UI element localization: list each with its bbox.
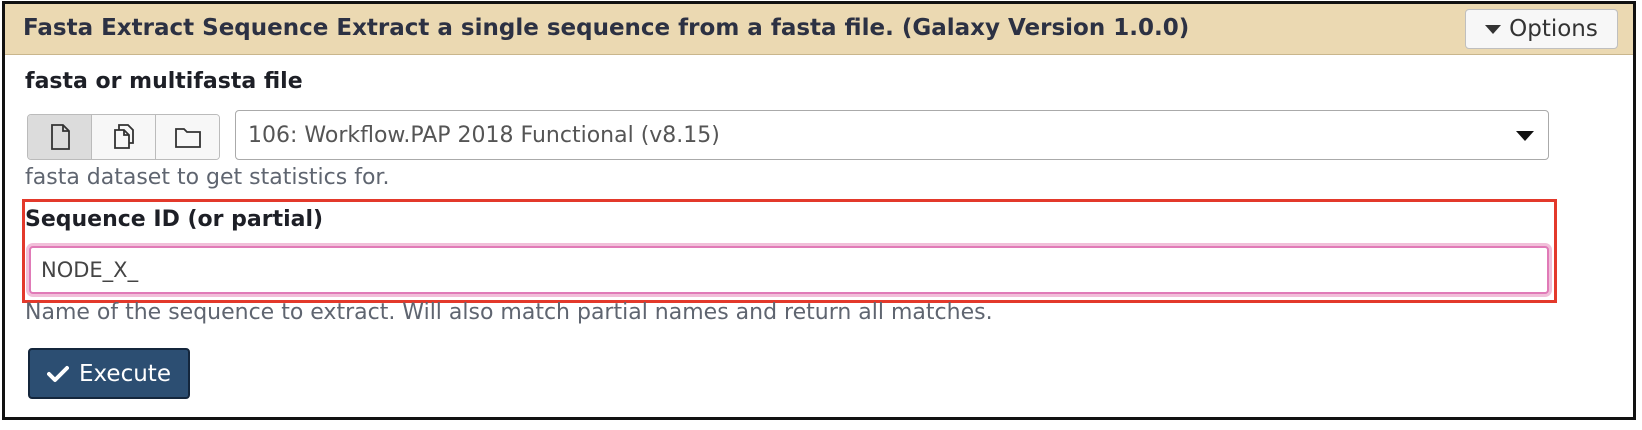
single-dataset-button[interactable] — [28, 115, 92, 159]
options-button[interactable]: Options — [1465, 9, 1618, 49]
check-icon — [47, 365, 69, 382]
tool-title: Fasta Extract Sequence Extract a single … — [23, 15, 1190, 41]
caret-down-icon — [1485, 24, 1502, 34]
dataset-mode-group — [27, 114, 220, 160]
fasta-file-help: fasta dataset to get statistics for. — [25, 165, 390, 190]
chevron-down-icon — [1516, 131, 1534, 141]
multiple-files-icon — [113, 124, 134, 149]
sequence-id-help: Name of the sequence to extract. Will al… — [25, 300, 993, 325]
dataset-collection-button[interactable] — [156, 115, 219, 159]
fasta-file-label: fasta or multifasta file — [25, 69, 303, 94]
options-label: Options — [1509, 16, 1598, 42]
tool-form: Fasta Extract Sequence Extract a single … — [2, 1, 1636, 420]
file-icon — [50, 124, 70, 150]
sequence-id-label: Sequence ID (or partial) — [25, 207, 324, 232]
tool-header: Fasta Extract Sequence Extract a single … — [5, 4, 1633, 55]
execute-button[interactable]: Execute — [28, 348, 190, 399]
dataset-select[interactable]: 106: Workflow.PAP 2018 Functional (v8.15… — [235, 110, 1549, 160]
sequence-id-input[interactable] — [29, 246, 1549, 294]
folder-icon — [174, 128, 201, 148]
multiple-datasets-button[interactable] — [92, 115, 156, 159]
dataset-select-value: 106: Workflow.PAP 2018 Functional (v8.15… — [248, 123, 720, 148]
execute-label: Execute — [79, 360, 171, 387]
